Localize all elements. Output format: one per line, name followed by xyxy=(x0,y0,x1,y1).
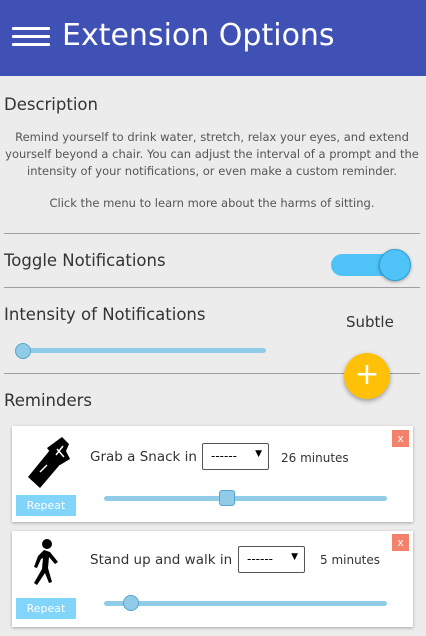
dropdown-arrow-icon: ▼ xyxy=(255,449,262,459)
repeat-button[interactable]: Repeat xyxy=(16,495,76,516)
walking-person-icon xyxy=(34,539,58,585)
description-paragraph: Remind yourself to drink water, stretch,… xyxy=(5,130,419,178)
divider xyxy=(4,233,420,234)
description-heading: Description xyxy=(4,95,98,114)
interval-minutes: 26 minutes xyxy=(281,451,349,465)
interval-slider-track[interactable] xyxy=(104,601,387,606)
interval-slider-handle[interactable] xyxy=(123,595,139,611)
snack-icon xyxy=(28,437,70,488)
reminder-label: Grab a Snack in xyxy=(90,449,197,465)
reminder-label: Stand up and walk in xyxy=(90,552,233,568)
interval-slider-track[interactable] xyxy=(104,496,387,501)
page-title: Extension Options xyxy=(62,18,335,53)
interval-select[interactable]: ------ ▼ xyxy=(238,546,305,573)
toggle-knob xyxy=(379,249,411,281)
plus-icon: + xyxy=(354,357,380,392)
close-button[interactable]: x xyxy=(392,534,409,551)
reminder-card-snack: Repeat Grab a Snack in ------ ▼ 26 minut… xyxy=(12,426,413,522)
close-button[interactable]: x xyxy=(392,430,409,447)
notifications-toggle[interactable] xyxy=(331,249,412,281)
intensity-label: Intensity of Notifications xyxy=(4,305,206,324)
divider xyxy=(4,287,420,288)
description-menu-hint: Click the menu to learn more about the h… xyxy=(49,196,375,210)
toggle-notifications-label: Toggle Notifications xyxy=(4,251,166,270)
intensity-slider-handle[interactable] xyxy=(15,343,31,359)
hamburger-menu-icon[interactable] xyxy=(12,27,50,47)
reminders-heading: Reminders xyxy=(4,391,92,410)
app-header: Extension Options xyxy=(0,0,426,76)
intensity-value-label: Subtle xyxy=(346,313,394,331)
select-value: ------ xyxy=(211,449,237,463)
reminder-card-walk: Repeat Stand up and walk in ------ ▼ 5 m… xyxy=(12,531,413,627)
intensity-slider-track[interactable] xyxy=(17,348,266,353)
interval-select[interactable]: ------ ▼ xyxy=(202,443,269,470)
select-value: ------ xyxy=(247,552,273,566)
dropdown-arrow-icon: ▼ xyxy=(291,552,298,562)
interval-minutes: 5 minutes xyxy=(320,553,381,567)
interval-slider-handle[interactable] xyxy=(219,490,235,506)
add-reminder-button[interactable]: + xyxy=(344,353,390,399)
repeat-button[interactable]: Repeat xyxy=(16,598,76,619)
